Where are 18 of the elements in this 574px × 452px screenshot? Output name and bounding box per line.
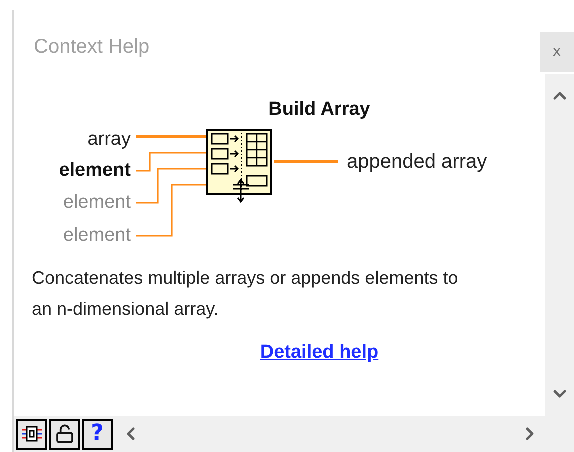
terminal-label: array — [88, 128, 131, 152]
terminal-label: element — [63, 190, 131, 214]
lock-button[interactable] — [49, 418, 80, 450]
vertical-scrollbar[interactable] — [545, 74, 574, 416]
terminal-label: appended array — [347, 150, 488, 174]
window-title: Context Help — [34, 35, 150, 60]
block-diagram-button[interactable] — [16, 418, 47, 450]
build-array-icon — [206, 128, 272, 203]
description-text: Concatenates multiple arrays or appends elements to an n-dimensional array. — [32, 266, 460, 321]
output-wire — [274, 160, 338, 163]
detailed-help-link[interactable]: Detailed help — [260, 342, 379, 362]
lock-open-icon — [54, 424, 74, 444]
terminal-label: element — [63, 224, 131, 248]
help-button[interactable]: ? — [82, 418, 113, 450]
function-title: Build Array — [268, 98, 372, 122]
close-button[interactable]: x — [540, 32, 574, 72]
terminal-label: element — [59, 158, 131, 182]
input-wire — [136, 135, 207, 138]
